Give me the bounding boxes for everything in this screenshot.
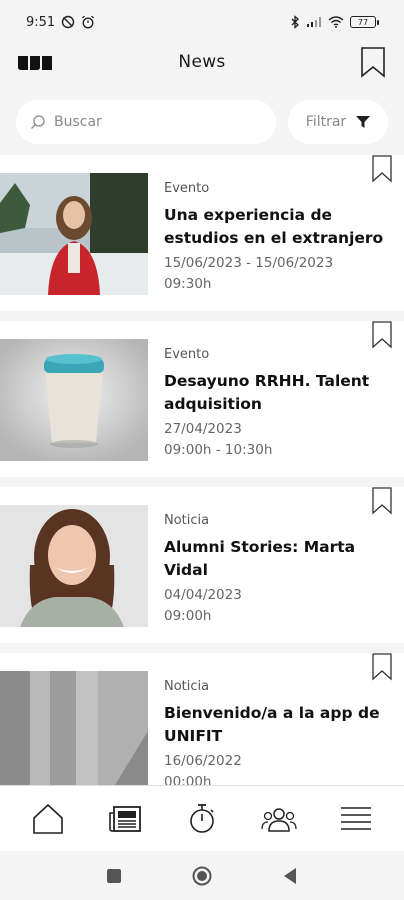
- news-time: 00:00h: [164, 774, 212, 785]
- status-right: 77: [290, 15, 379, 29]
- search-row: Filtrar: [16, 100, 388, 144]
- saved-bookmarks-icon[interactable]: [360, 46, 386, 78]
- recents-icon[interactable]: [106, 868, 122, 884]
- battery-indicator: 77: [350, 16, 379, 28]
- news-time: 09:00h: [164, 608, 212, 624]
- page-title: News: [178, 52, 226, 72]
- nav-home[interactable]: [28, 799, 68, 839]
- bluetooth-icon: [291, 15, 299, 29]
- home-button-icon[interactable]: [192, 866, 212, 886]
- stopwatch-icon: [190, 803, 214, 833]
- news-thumbnail: [0, 339, 148, 461]
- news-card-text: Noticia Alumni Stories: Marta Vidal 04/0…: [164, 513, 389, 627]
- status-time: 9:51: [26, 14, 56, 30]
- bookmark-icon[interactable]: [372, 155, 392, 183]
- news-type: Evento: [164, 347, 210, 362]
- news-card-text: Noticia Bienvenido/a a la app de UNIFIT …: [164, 679, 389, 785]
- filter-icon: [356, 116, 371, 128]
- search-input[interactable]: [54, 114, 244, 130]
- search-box[interactable]: [16, 100, 276, 144]
- app-header: News: [0, 44, 404, 84]
- bottom-nav: [0, 785, 404, 851]
- home-icon: [33, 803, 64, 834]
- news-time: 09:00h - 10:30h: [164, 442, 273, 458]
- dnd-icon: [62, 15, 75, 29]
- news-type: Noticia: [164, 513, 210, 528]
- news-title: Bienvenido/a a la app de UNIFIT: [164, 704, 380, 745]
- news-card[interactable]: Noticia Alumni Stories: Marta Vidal 04/0…: [0, 487, 404, 643]
- news-type: Evento: [164, 181, 210, 196]
- signal-icon: [307, 17, 321, 27]
- nav-timer[interactable]: [182, 799, 222, 839]
- news-date: 15/06/2023 - 15/06/2023: [164, 255, 334, 271]
- news-date: 16/06/2022: [164, 753, 242, 769]
- news-list: Evento Una experiencia de estudios en el…: [0, 155, 404, 785]
- news-title: Una experiencia de estudios en el extran…: [164, 206, 384, 247]
- news-title: Alumni Stories: Marta Vidal: [164, 538, 356, 579]
- news-time: 09:30h: [164, 276, 212, 292]
- news-title: Desayuno RRHH. Talent adquisition: [164, 372, 370, 413]
- news-card-text: Evento Desayuno RRHH. Talent adquisition…: [164, 347, 389, 461]
- news-card[interactable]: Noticia Bienvenido/a a la app de UNIFIT …: [0, 653, 404, 785]
- bookmark-icon[interactable]: [372, 321, 392, 349]
- nav-community[interactable]: [259, 799, 299, 839]
- bookmark-icon[interactable]: [372, 487, 392, 515]
- news-icon: [109, 805, 142, 832]
- news-card[interactable]: Evento Una experiencia de estudios en el…: [0, 155, 404, 311]
- menu-icon: [340, 806, 371, 830]
- nav-news[interactable]: [105, 799, 145, 839]
- news-date: 27/04/2023: [164, 421, 242, 437]
- search-icon: [31, 115, 45, 129]
- community-icon: [261, 807, 297, 832]
- system-nav-bar: [0, 851, 404, 900]
- nav-menu[interactable]: [336, 799, 376, 839]
- news-thumbnail: [0, 671, 148, 785]
- wifi-icon: [328, 16, 344, 28]
- filter-button[interactable]: Filtrar: [288, 100, 388, 144]
- news-card[interactable]: Evento Desayuno RRHH. Talent adquisition…: [0, 321, 404, 477]
- news-card-text: Evento Una experiencia de estudios en el…: [164, 181, 389, 295]
- app-screen: 9:51 77 News Filtrar: [0, 0, 404, 900]
- news-type: Noticia: [164, 679, 210, 694]
- alarm-icon: [82, 15, 95, 29]
- status-bar: 9:51 77: [0, 0, 404, 44]
- back-icon[interactable]: [282, 867, 298, 885]
- news-thumbnail: [0, 173, 148, 295]
- bookmark-icon[interactable]: [372, 653, 392, 681]
- status-left: 9:51: [26, 15, 95, 30]
- news-date: 04/04/2023: [164, 587, 242, 603]
- filter-label: Filtrar: [305, 114, 347, 130]
- news-thumbnail: [0, 505, 148, 627]
